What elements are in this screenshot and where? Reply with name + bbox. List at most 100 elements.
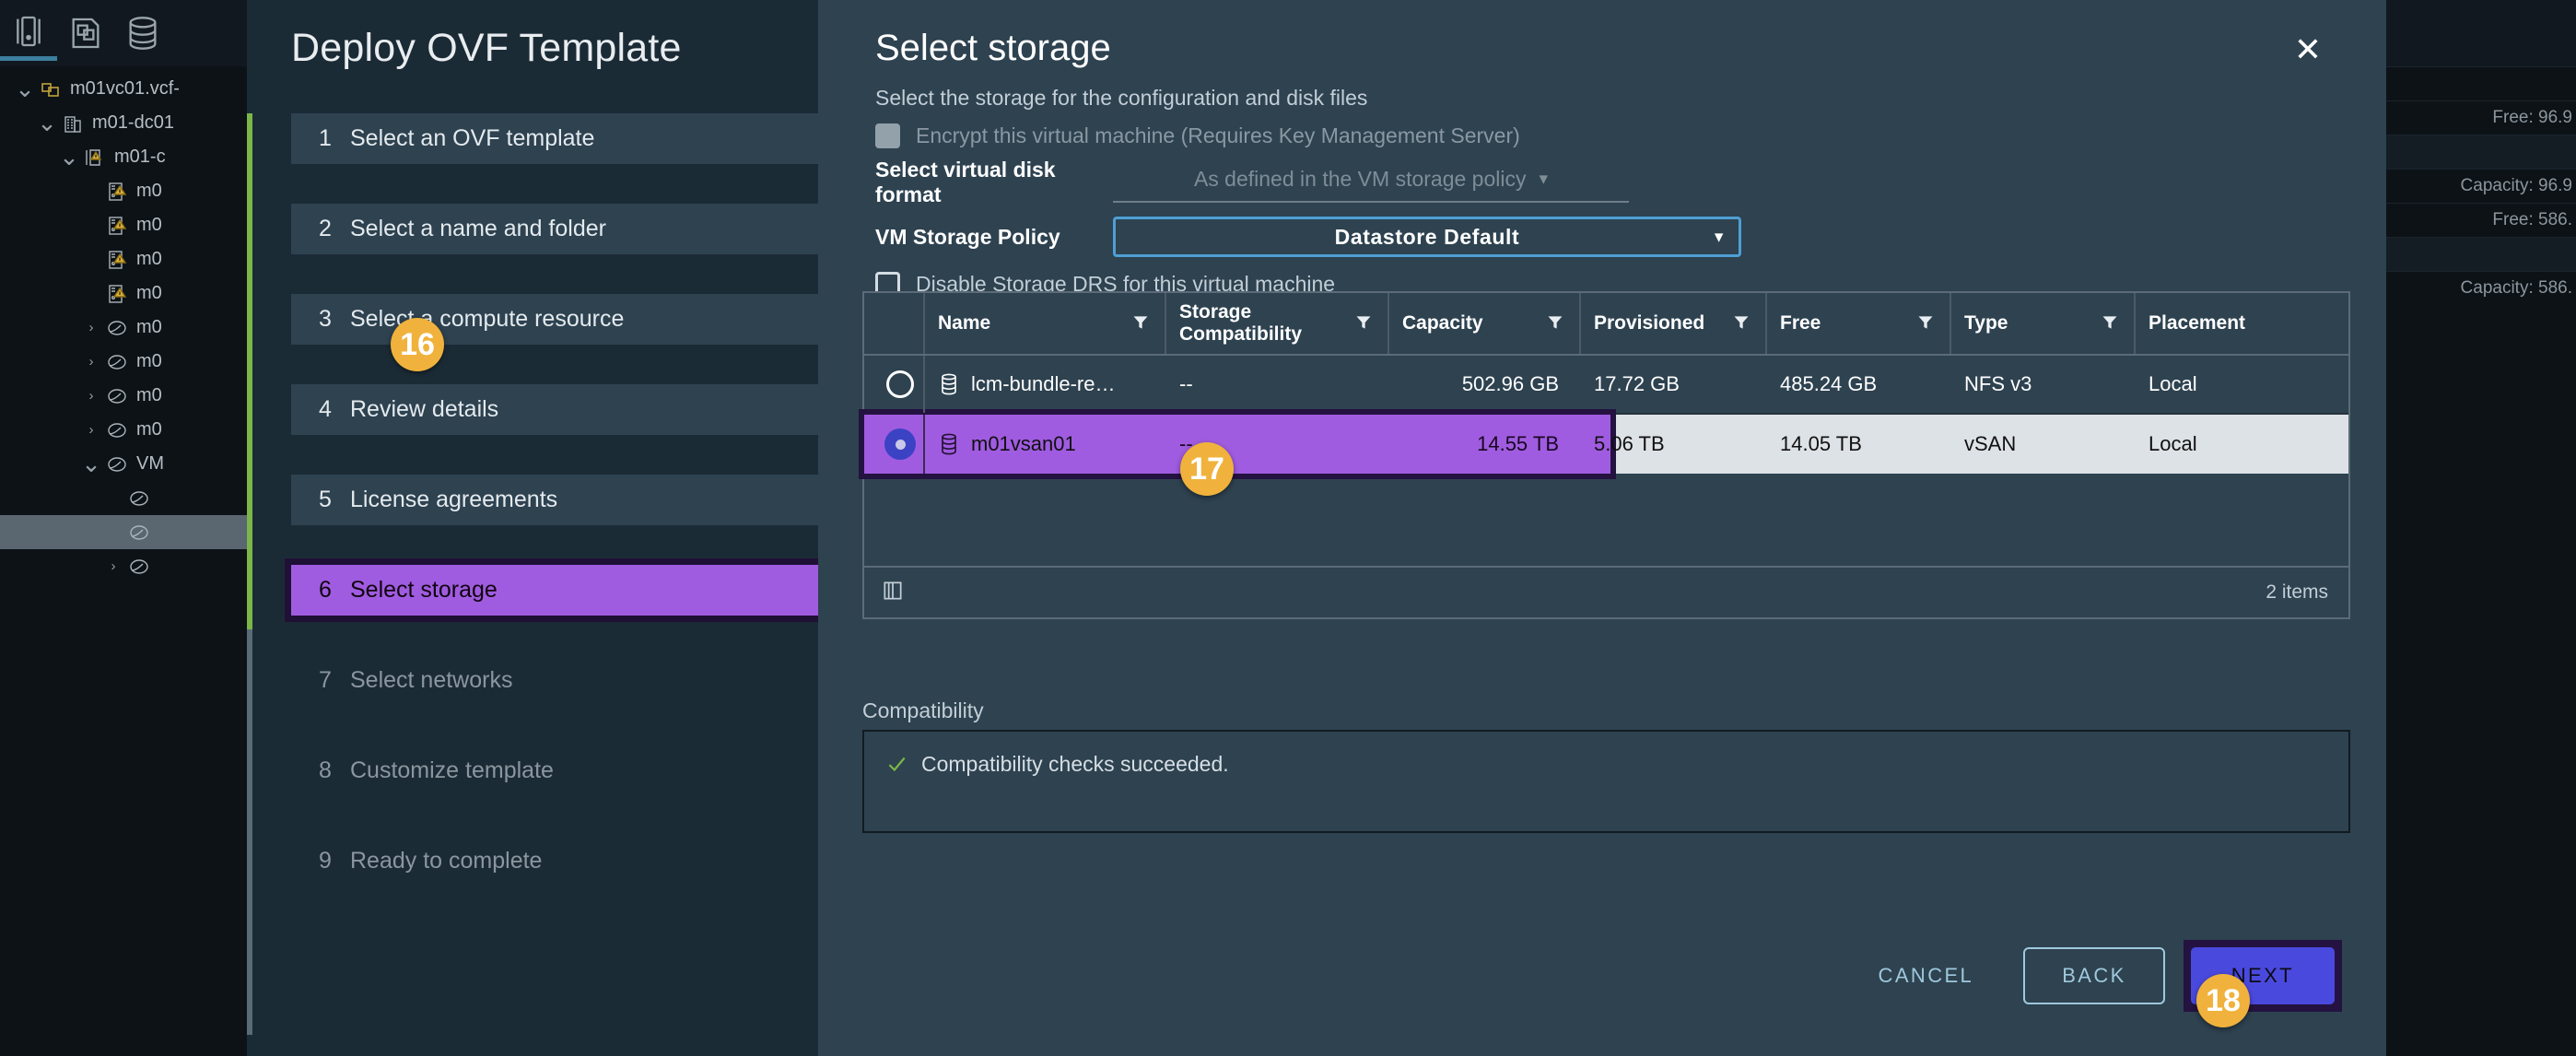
column-header-compat[interactable]: Storage Compatibility xyxy=(1166,293,1389,354)
encrypt-vm-checkbox-row[interactable]: Encrypt this virtual machine (Requires K… xyxy=(818,123,2386,148)
wizard-step-label: Select a name and folder xyxy=(350,216,606,241)
tree-item-5[interactable]: m0 xyxy=(0,242,247,276)
wizard-step-number: 9 xyxy=(319,848,332,874)
cluster-warning-icon xyxy=(81,146,109,170)
row-radio-button[interactable] xyxy=(864,356,925,413)
tree-item-2[interactable]: ⌄ m01-c xyxy=(0,140,247,174)
wizard-step-2[interactable]: 2 Select a name and folder xyxy=(291,204,818,254)
tree-item-12[interactable] xyxy=(0,481,247,515)
vm-circle-icon xyxy=(103,384,131,408)
tree-item-3[interactable]: m0 xyxy=(0,174,247,208)
page-title: Select storage xyxy=(875,28,1111,68)
filter-icon[interactable] xyxy=(1916,313,1935,337)
tree-item-14[interactable]: › xyxy=(0,549,247,583)
table-body[interactable]: lcm-bundle-re… -- 502.96 GB 17.72 GB 485.24 … xyxy=(859,356,2348,479)
tree-item-11[interactable]: ⌄ VM xyxy=(0,447,247,481)
filter-icon[interactable] xyxy=(1546,313,1564,337)
capacity-row-1: Free: 96.9 xyxy=(2359,100,2576,135)
capacity-row-5 xyxy=(2359,237,2576,271)
datastore-row-m01vsan01[interactable]: m01vsan01 -- 14.55 TB 5.06 TB 14.05 TB vSAN Lo… xyxy=(859,409,2348,479)
tree-item-4[interactable]: m0 xyxy=(0,208,247,242)
templates-icon[interactable] xyxy=(57,6,114,61)
filter-icon[interactable] xyxy=(1732,313,1751,337)
wizard-step-7[interactable]: 7 Select networks xyxy=(291,655,818,706)
cell-capacity: 14.55 TB xyxy=(1477,432,1559,455)
tree-item-10[interactable]: › m0 xyxy=(0,413,247,447)
chevron-down-icon[interactable]: ⌄ xyxy=(13,75,37,103)
chevron-right-icon[interactable]: › xyxy=(79,422,103,438)
chevron-down-icon[interactable]: ⌄ xyxy=(57,143,81,171)
column-header-radio xyxy=(864,293,925,354)
disk-format-value: As defined in the VM storage policy xyxy=(1193,166,1527,191)
tree-item-8[interactable]: › m0 xyxy=(0,345,247,379)
tree-item-7[interactable]: › m0 xyxy=(0,311,247,345)
wizard-step-number: 4 xyxy=(319,396,332,422)
columns-icon[interactable] xyxy=(881,579,905,607)
chevron-right-icon[interactable]: › xyxy=(79,320,103,335)
chevron-right-icon[interactable]: › xyxy=(79,388,103,404)
wizard-step-1[interactable]: 1 Select an OVF template xyxy=(291,113,818,164)
cancel-button[interactable]: CANCEL xyxy=(1860,951,1993,1001)
page-subtitle: Select the storage for the configuration… xyxy=(875,86,1368,110)
cell-name: lcm-bundle-re… xyxy=(925,356,1166,413)
column-header-capacity[interactable]: Capacity xyxy=(1389,293,1581,354)
progress-rail-remaining xyxy=(247,629,252,1035)
column-header-place[interactable]: Placement xyxy=(2136,293,2348,354)
cell-prov: 5.06 TB xyxy=(1594,432,1665,455)
cell-free: 14.05 TB xyxy=(1780,432,1862,455)
wizard-step-3[interactable]: 3 Select a compute resource xyxy=(291,294,818,345)
inventory-tree[interactable]: ⌄ m01vc01.vcf- ⌄ m01-dc01 ⌄ m01-c m0 m0 m0 m0 › m0 ›… xyxy=(0,72,247,583)
filter-icon[interactable] xyxy=(1354,313,1373,337)
tree-item-1[interactable]: ⌄ m01-dc01 xyxy=(0,106,247,140)
disk-format-select[interactable]: As defined in the VM storage policy ▾ xyxy=(1113,163,1629,203)
tree-item-6[interactable]: m0 xyxy=(0,276,247,311)
column-header-prov[interactable]: Provisioned xyxy=(1581,293,1767,354)
datastore-icon[interactable] xyxy=(114,6,171,61)
column-header-type[interactable]: Type xyxy=(1951,293,2136,354)
wizard-step-number: 2 xyxy=(319,216,332,241)
datastore-row-lcm-bundle-re[interactable]: lcm-bundle-re… -- 502.96 GB 17.72 GB 485.24 … xyxy=(864,356,2348,415)
storage-policy-row: VM Storage Policy Datastore Default ▾ xyxy=(818,217,2386,257)
wizard-step-label: Review details xyxy=(350,396,499,422)
column-header-label: Name xyxy=(938,312,991,334)
column-header-label: Type xyxy=(1964,312,2008,334)
select-storage-pane: Select storage Select the storage for th… xyxy=(818,0,2386,1056)
tree-item-label: m0 xyxy=(136,249,162,269)
filter-icon[interactable] xyxy=(2101,313,2119,337)
tree-item-label: m01vc01.vcf- xyxy=(70,78,180,99)
column-header-label: Placement xyxy=(2149,312,2246,334)
chevron-down-icon[interactable]: ⌄ xyxy=(35,109,59,137)
chevron-down-icon: ▾ xyxy=(1539,169,1549,189)
tree-item-13[interactable] xyxy=(0,515,247,549)
compatibility-message: Compatibility checks succeeded. xyxy=(921,752,1229,776)
wizard-step-5[interactable]: 5 License agreements xyxy=(291,475,818,525)
wizard-step-6[interactable]: 6 Select storage xyxy=(285,558,825,622)
table-footer: 2 items xyxy=(864,566,2348,617)
column-header-name[interactable]: Name xyxy=(925,293,1166,354)
tree-item-label: m0 xyxy=(136,317,162,337)
wizard-step-8[interactable]: 8 Customize template xyxy=(291,745,818,796)
capacity-row-3: Capacity: 96.9 xyxy=(2359,169,2576,203)
back-button[interactable]: BACK xyxy=(2023,947,2165,1004)
chevron-right-icon[interactable]: › xyxy=(101,558,125,574)
chevron-right-icon[interactable]: › xyxy=(79,354,103,370)
column-header-free[interactable]: Free xyxy=(1767,293,1951,354)
vm-icon[interactable] xyxy=(0,6,57,61)
chevron-down-icon: ▾ xyxy=(1714,227,1724,247)
wizard-step-4[interactable]: 4 Review details xyxy=(291,384,818,435)
storage-policy-select[interactable]: Datastore Default ▾ xyxy=(1113,217,1741,257)
wizard-step-9[interactable]: 9 Ready to complete xyxy=(291,836,818,886)
wizard-step-number: 7 xyxy=(319,667,332,693)
wizard-step-label: Select an OVF template xyxy=(350,125,595,151)
wizard-step-list[interactable]: 1 Select an OVF template 2 Select a name an… xyxy=(247,113,825,1035)
vm-circle-icon xyxy=(125,487,153,510)
tree-item-0[interactable]: ⌄ m01vc01.vcf- xyxy=(0,72,247,106)
tree-item-label: m0 xyxy=(136,351,162,371)
tree-item-label: m01-c xyxy=(114,147,166,167)
wizard-step-number: 6 xyxy=(319,577,332,603)
close-icon[interactable]: ✕ xyxy=(2287,29,2329,72)
tree-item-9[interactable]: › m0 xyxy=(0,379,247,413)
row-radio-button[interactable] xyxy=(864,415,925,474)
filter-icon[interactable] xyxy=(1131,313,1150,337)
chevron-down-icon[interactable]: ⌄ xyxy=(79,450,103,478)
